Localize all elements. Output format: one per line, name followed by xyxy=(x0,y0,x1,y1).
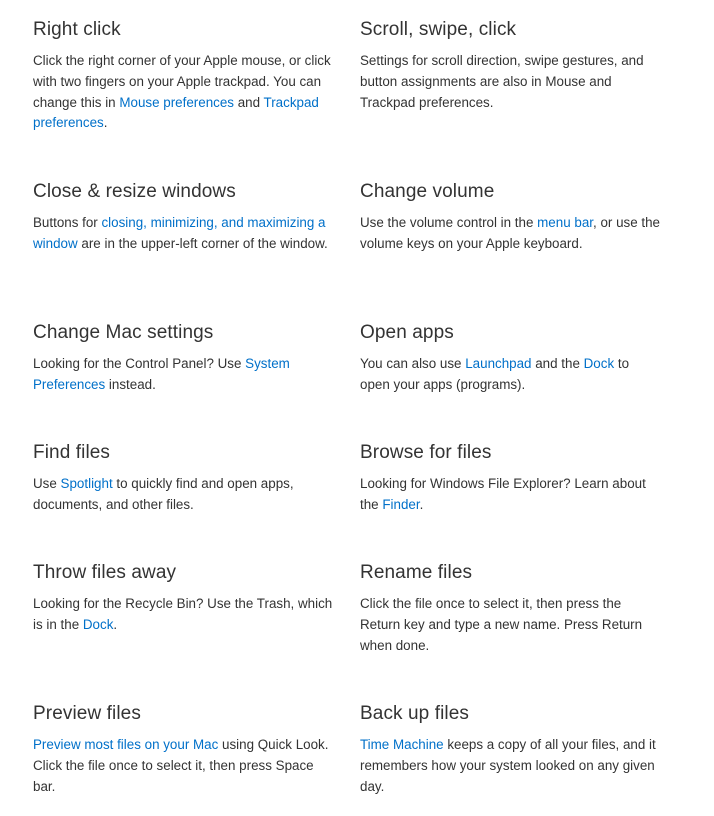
tip-open-apps: Open apps You can also use Launchpad and… xyxy=(360,321,660,396)
tip-body: Use Spotlight to quickly find and open a… xyxy=(33,474,333,516)
tip-title: Change Mac settings xyxy=(33,322,214,343)
tip-text: and xyxy=(233,94,264,110)
tip-title: Preview files xyxy=(33,703,141,724)
tip-title: Back up files xyxy=(360,703,470,724)
tip-body: Time Machine keeps a copy of all your fi… xyxy=(360,735,660,797)
tip-body: Settings for scroll direction, swipe ges… xyxy=(360,51,660,113)
tip-body: Click the file once to select it, then p… xyxy=(360,594,660,656)
tip-rename-files: Rename files Click the file once to sele… xyxy=(360,561,660,656)
tip-body: You can also use Launchpad and the Dock … xyxy=(360,354,660,396)
tip-back-up-files: Back up files Time Machine keeps a copy … xyxy=(360,702,660,797)
tip-title: Rename files xyxy=(360,562,473,583)
tip-body: Buttons for closing, minimizing, and max… xyxy=(33,213,333,255)
tip-change-volume: Change volume Use the volume control in … xyxy=(360,180,660,255)
time-machine-link[interactable]: Time Machine xyxy=(360,737,444,752)
tip-close-resize-windows: Close & resize windows Buttons for closi… xyxy=(33,180,333,255)
tip-body: Looking for the Recycle Bin? Use the Tra… xyxy=(33,594,333,636)
tip-right-click: Right click Click the right corner of yo… xyxy=(33,18,333,134)
tip-title: Right click xyxy=(33,19,121,40)
tip-find-files: Find files Use Spotlight to quickly find… xyxy=(33,441,333,516)
menu-bar-link[interactable]: menu bar xyxy=(537,215,593,230)
tip-change-mac-settings: Change Mac settings Looking for the Cont… xyxy=(33,321,333,396)
tip-scroll-swipe-click: Scroll, swipe, click Settings for scroll… xyxy=(360,18,660,113)
tip-text: . xyxy=(103,115,108,131)
spotlight-link[interactable]: Spotlight xyxy=(61,476,113,491)
tip-text: Buttons for xyxy=(33,215,102,230)
tip-text: and the xyxy=(531,356,584,371)
tip-text: Click the file once to select it, then p… xyxy=(360,596,643,653)
tip-body: Preview most files on your Mac using Qui… xyxy=(33,735,333,797)
tip-text: Use xyxy=(33,476,61,491)
tip-body: Looking for Windows File Explorer? Learn… xyxy=(360,474,660,516)
tip-body: Click the right corner of your Apple mou… xyxy=(33,51,333,134)
preview-files-link[interactable]: Preview most files on your Mac xyxy=(33,737,218,752)
tip-title: Scroll, swipe, click xyxy=(360,19,517,40)
tip-body: Looking for the Control Panel? Use Syste… xyxy=(33,354,333,396)
dock-link[interactable]: Dock xyxy=(584,356,615,371)
tip-throw-files-away: Throw files away Looking for the Recycle… xyxy=(33,561,333,636)
tip-text: Looking for the Recycle Bin? Use the Tra… xyxy=(33,596,333,632)
tip-title: Change volume xyxy=(360,181,495,202)
tip-text: Settings for scroll direction, swipe ges… xyxy=(360,53,644,110)
tip-title: Find files xyxy=(33,442,111,463)
tip-text: Looking for the Control Panel? Use xyxy=(33,356,246,371)
tip-text: Use the volume control in the xyxy=(360,215,538,230)
tip-preview-files: Preview files Preview most files on your… xyxy=(33,702,333,797)
tip-text: are in the upper-left corner of the wind… xyxy=(77,235,328,251)
launchpad-link[interactable]: Launchpad xyxy=(465,356,531,371)
tip-title: Close & resize windows xyxy=(33,181,236,202)
tip-title: Throw files away xyxy=(33,562,177,583)
finder-link[interactable]: Finder xyxy=(382,497,419,512)
tip-text: . xyxy=(113,616,118,632)
mac-tips-page: Right click Click the right corner of yo… xyxy=(0,0,714,816)
dock-link[interactable]: Dock xyxy=(83,617,114,632)
tip-title: Browse for files xyxy=(360,442,492,463)
tip-browse-for-files: Browse for files Looking for Windows Fil… xyxy=(360,441,660,516)
tip-text: . xyxy=(419,496,424,512)
mouse-preferences-link[interactable]: Mouse preferences xyxy=(119,95,234,110)
tip-title: Open apps xyxy=(360,322,454,343)
tip-text: You can also use xyxy=(360,356,466,371)
tip-body: Use the volume control in the menu bar, … xyxy=(360,213,660,255)
tip-text: instead. xyxy=(105,376,156,392)
